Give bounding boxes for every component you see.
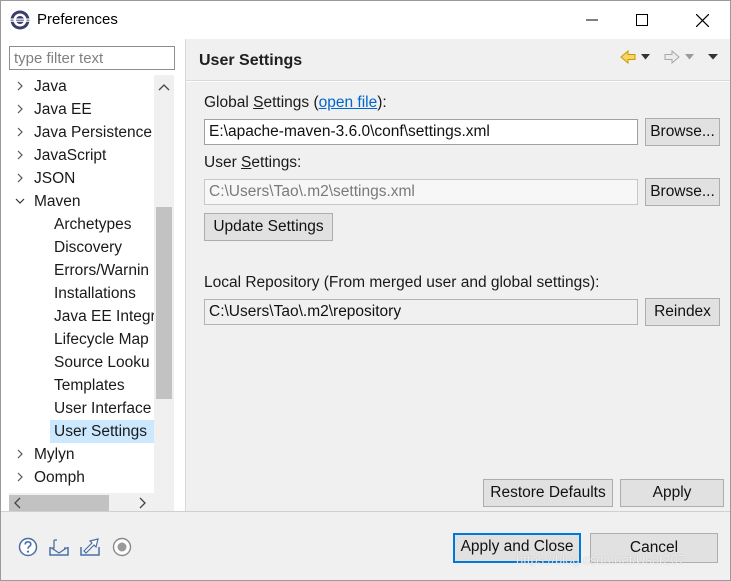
tree-item-label: Mylyn: [34, 446, 75, 463]
tree-item-label: Java EE Integra: [54, 308, 154, 325]
back-arrow-icon[interactable]: [620, 49, 636, 65]
chevron-right-icon[interactable]: [15, 104, 25, 114]
tree-item-label: Java Persistence: [34, 124, 153, 141]
chevron-right-icon[interactable]: [15, 127, 25, 137]
view-menu-chevron-down-icon[interactable]: [708, 54, 718, 60]
maximize-icon: [636, 14, 648, 26]
user-browse-button[interactable]: Browse...: [645, 178, 720, 206]
preferences-window: Preferences Java Java EE Java Persistenc…: [0, 0, 731, 581]
maximize-button[interactable]: [619, 1, 665, 39]
forward-arrow-icon[interactable]: [664, 49, 680, 65]
tree-item-label: Java: [34, 78, 67, 95]
dialog-footer: Apply and Close Cancel https://blog.csdn…: [1, 512, 730, 580]
tree-item-maven[interactable]: Maven: [9, 190, 154, 213]
chevron-right-icon[interactable]: [15, 449, 25, 459]
chevron-right-icon[interactable]: [15, 173, 25, 183]
horizontal-scroll-thumb[interactable]: [9, 495, 109, 511]
tree-item-label: Errors/Warnin: [54, 262, 150, 279]
forward-menu-chevron-down-icon[interactable]: [685, 54, 694, 60]
tree-item-java-ee-integration[interactable]: Java EE Integra: [9, 305, 154, 328]
close-icon: [695, 13, 709, 27]
global-label-end: ):: [377, 94, 387, 111]
global-settings-label: Global Settings (open file):: [204, 94, 387, 112]
global-label-mnemonic: S: [253, 94, 264, 111]
tree-item-label: Source Looku: [54, 354, 150, 371]
tree-item-label: Oomph: [34, 469, 85, 486]
tree-item-label: Installations: [54, 285, 136, 302]
window-title: Preferences: [37, 11, 118, 28]
local-repository-field[interactable]: C:\Users\Tao\.m2\repository: [204, 299, 638, 325]
tree-item-oomph[interactable]: Oomph: [9, 466, 154, 489]
tree-item-label: Archetypes: [54, 216, 132, 233]
tree-item-archetypes[interactable]: Archetypes: [9, 213, 154, 236]
export-icon[interactable]: [79, 537, 101, 557]
help-icon[interactable]: [18, 537, 38, 557]
tree-item-java-ee[interactable]: Java EE: [9, 98, 154, 121]
scroll-right-icon[interactable]: [139, 497, 147, 509]
minimize-icon: [586, 19, 598, 21]
import-icon[interactable]: [48, 537, 70, 557]
user-label-text2: ettings:: [251, 154, 302, 171]
tree-item-errors-warnings[interactable]: Errors/Warnin: [9, 259, 154, 282]
global-label-text2: ettings (: [263, 94, 319, 111]
tree-item-java[interactable]: Java: [9, 75, 154, 98]
tree-item-label: JSON: [34, 170, 76, 187]
tree-item-label: User Interface: [54, 400, 152, 417]
chevron-right-icon[interactable]: [15, 472, 25, 482]
tree-item-label: Templates: [54, 377, 125, 394]
page-title: User Settings: [199, 52, 303, 69]
user-label-mnemonic: S: [241, 154, 252, 171]
tree-item-label: Discovery: [54, 239, 123, 256]
tree-item-installations[interactable]: Installations: [9, 282, 154, 305]
filter-input[interactable]: [9, 46, 175, 70]
update-settings-button[interactable]: Update Settings: [204, 213, 333, 241]
apply-button[interactable]: Apply: [620, 479, 724, 507]
user-settings-field[interactable]: C:\Users\Tao\.m2\settings.xml: [204, 179, 638, 205]
user-settings-label: User Settings:: [204, 154, 301, 172]
tree-item-label: Maven: [34, 193, 81, 210]
global-settings-field[interactable]: E:\apache-maven-3.6.0\conf\settings.xml: [204, 119, 638, 145]
scroll-up-icon[interactable]: [158, 83, 170, 91]
watermark-text: https://blog.csdn.net/User207: [516, 552, 686, 567]
page-header: User Settings: [186, 39, 730, 81]
tree-vertical-scrollbar[interactable]: [154, 75, 174, 527]
tree-item-java-persistence[interactable]: Java Persistence: [9, 121, 154, 144]
tree-item-label: JavaScript: [34, 147, 107, 164]
global-label-text: Global: [204, 94, 254, 111]
chevron-right-icon[interactable]: [15, 150, 25, 160]
preference-tree: Java Java EE Java Persistence JavaScript…: [9, 75, 154, 495]
preference-tree-pane: Java Java EE Java Persistence JavaScript…: [1, 39, 185, 527]
user-label-text: User: [204, 154, 242, 171]
close-button[interactable]: [679, 1, 725, 39]
tree-item-label: Lifecycle Map: [54, 331, 149, 348]
title-bar: Preferences: [1, 1, 730, 39]
restore-defaults-button[interactable]: Restore Defaults: [483, 479, 613, 507]
reindex-button[interactable]: Reindex: [645, 298, 720, 326]
tree-item-user-interface[interactable]: User Interface: [9, 397, 154, 420]
record-icon[interactable]: [112, 537, 132, 557]
global-browse-button[interactable]: Browse...: [645, 118, 720, 146]
minimize-button[interactable]: [569, 1, 615, 39]
tree-item-templates[interactable]: Templates: [9, 374, 154, 397]
tree-item-label: Java EE: [34, 101, 92, 118]
tree-item-json[interactable]: JSON: [9, 167, 154, 190]
local-repository-label: Local Repository (From merged user and g…: [204, 274, 600, 291]
user-settings-page: Global Settings (open file): E:\apache-m…: [186, 82, 730, 511]
tree-item-source-lookup[interactable]: Source Looku: [9, 351, 154, 374]
back-menu-chevron-down-icon[interactable]: [641, 54, 650, 60]
tree-item-user-settings[interactable]: User Settings: [9, 420, 154, 443]
vertical-scroll-thumb[interactable]: [156, 207, 172, 399]
scroll-left-icon[interactable]: [13, 497, 21, 509]
tree-item-discovery[interactable]: Discovery: [9, 236, 154, 259]
tree-item-mylyn[interactable]: Mylyn: [9, 443, 154, 466]
tree-item-javascript[interactable]: JavaScript: [9, 144, 154, 167]
chevron-down-icon[interactable]: [15, 196, 25, 206]
tree-horizontal-scrollbar[interactable]: [9, 493, 154, 513]
open-file-link[interactable]: open file: [319, 94, 378, 111]
eclipse-app-icon: [10, 10, 30, 30]
tree-item-lifecycle-mappings[interactable]: Lifecycle Map: [9, 328, 154, 351]
tree-item-label: User Settings: [54, 423, 148, 440]
chevron-right-icon[interactable]: [15, 81, 25, 91]
